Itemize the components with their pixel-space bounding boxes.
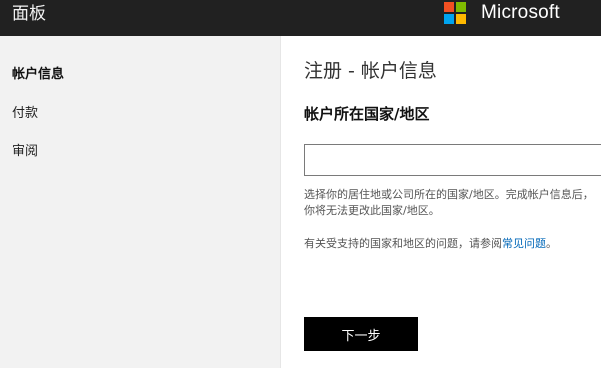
main-content: 注册 - 帐户信息 帐户所在国家/地区 选择你的居住地或公司所在的国家/地区。完…	[281, 36, 601, 368]
faq-link[interactable]: 常见问题	[502, 237, 546, 250]
section-heading: 帐户所在国家/地区	[304, 105, 430, 123]
brand-name: Microsoft	[481, 2, 560, 23]
next-button[interactable]: 下一步	[304, 317, 418, 351]
faq-prefix: 有关受支持的国家和地区的问题，请参阅	[304, 237, 502, 250]
sidebar-item-review[interactable]: 审阅	[12, 144, 38, 160]
faq-text: 有关受支持的国家和地区的问题，请参阅常见问题。	[304, 236, 601, 252]
sidebar-item-payment[interactable]: 付款	[12, 106, 38, 122]
country-help-text: 选择你的居住地或公司所在的国家/地区。完成帐户信息后，你将无法更改此国家/地区。	[304, 188, 594, 217]
microsoft-logo[interactable]: Microsoft	[444, 1, 560, 25]
faq-suffix: 。	[546, 237, 557, 250]
top-bar: 面板 Microsoft	[0, 0, 601, 36]
microsoft-logo-icon	[444, 2, 466, 24]
sidebar: 帐户信息 付款 审阅	[0, 36, 281, 368]
page-title: 注册 - 帐户信息	[304, 60, 437, 82]
country-region-input[interactable]	[304, 144, 601, 176]
dashboard-title[interactable]: 面板	[12, 4, 46, 24]
sidebar-item-account-info[interactable]: 帐户信息	[12, 67, 64, 83]
